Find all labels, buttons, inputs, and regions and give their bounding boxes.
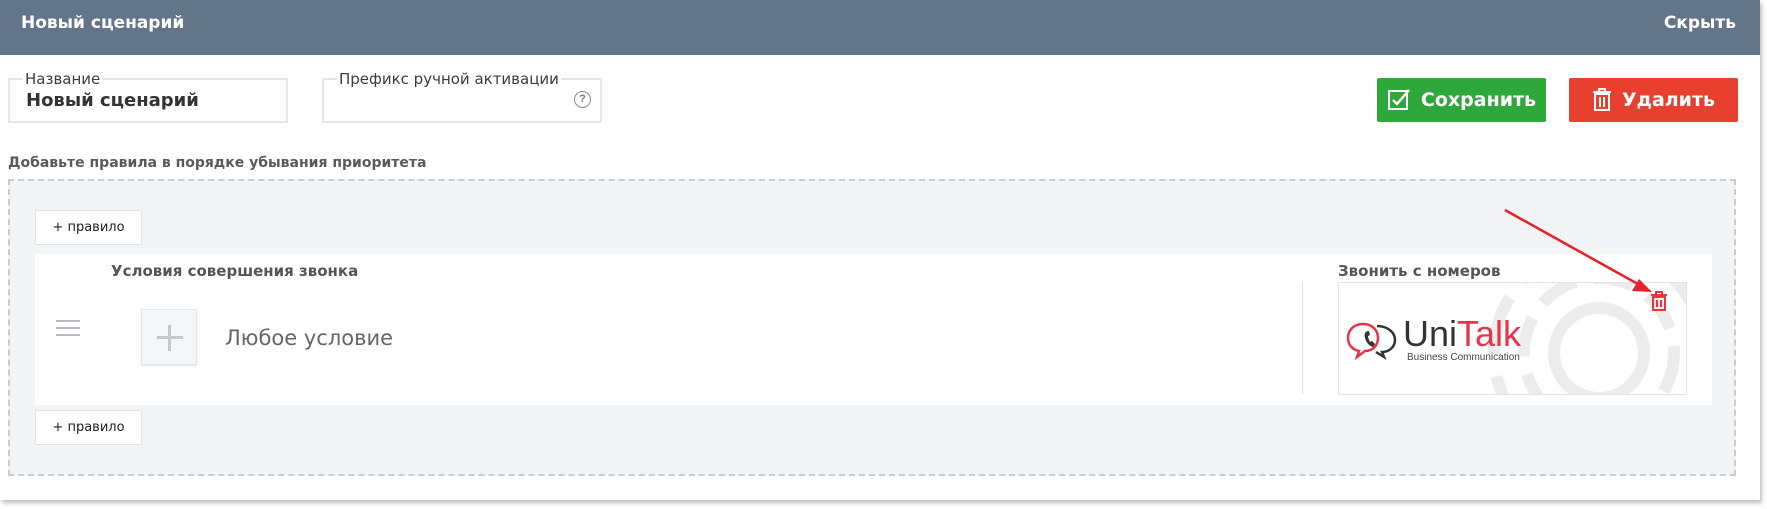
drag-handle-icon[interactable] (56, 320, 80, 336)
delete-label: Удалить (1621, 89, 1716, 111)
column-divider (1302, 281, 1303, 394)
prefix-input[interactable] (340, 90, 560, 111)
conditions-title: Условия совершения звонка (111, 262, 359, 280)
save-label: Сохранить (1420, 89, 1537, 111)
header-title: Новый сценарий (21, 13, 185, 33)
brand-tagline: Business Communication (1407, 352, 1520, 363)
add-rule-button-top[interactable]: + правило (35, 210, 142, 245)
hide-link[interactable]: Скрыть (1664, 13, 1736, 33)
delete-button[interactable]: Удалить (1569, 78, 1738, 122)
rule-card: Условия совершения звонка Любое условие … (35, 254, 1712, 405)
header-bar: Новый сценарий Скрыть (0, 0, 1760, 55)
numbers-title: Звонить с номеров (1338, 262, 1501, 280)
condition-text: Любое условие (225, 326, 394, 350)
prefix-field[interactable]: Префикс ручной активации ? (322, 70, 602, 123)
add-rule-button-bottom[interactable]: + правило (35, 410, 142, 445)
checkbox-check-icon (1387, 89, 1410, 110)
phone-chat-icon (1346, 322, 1397, 360)
unitalk-logo: UniTalk Business Communication (1345, 316, 1521, 363)
trash-icon[interactable] (1650, 291, 1668, 311)
rules-dropzone: + правило Условия совершения звонка Любо… (8, 179, 1736, 476)
name-label: Название (23, 70, 103, 88)
save-button[interactable]: Сохранить (1377, 78, 1546, 122)
rules-hint: Добавьте правила в порядке убывания прио… (8, 155, 427, 171)
help-icon[interactable]: ? (574, 91, 591, 108)
prefix-label: Префикс ручной активации (337, 70, 561, 88)
trash-icon (1592, 88, 1611, 111)
brand-part2: Talk (1457, 313, 1522, 354)
number-card[interactable]: UniTalk Business Communication (1338, 282, 1687, 395)
brand-part1: Uni (1403, 313, 1458, 354)
name-field[interactable]: Название (8, 70, 288, 123)
add-condition-button[interactable] (141, 309, 197, 365)
name-input[interactable] (26, 90, 266, 111)
scenario-panel: Новый сценарий Скрыть Название Префикс р… (0, 0, 1760, 500)
